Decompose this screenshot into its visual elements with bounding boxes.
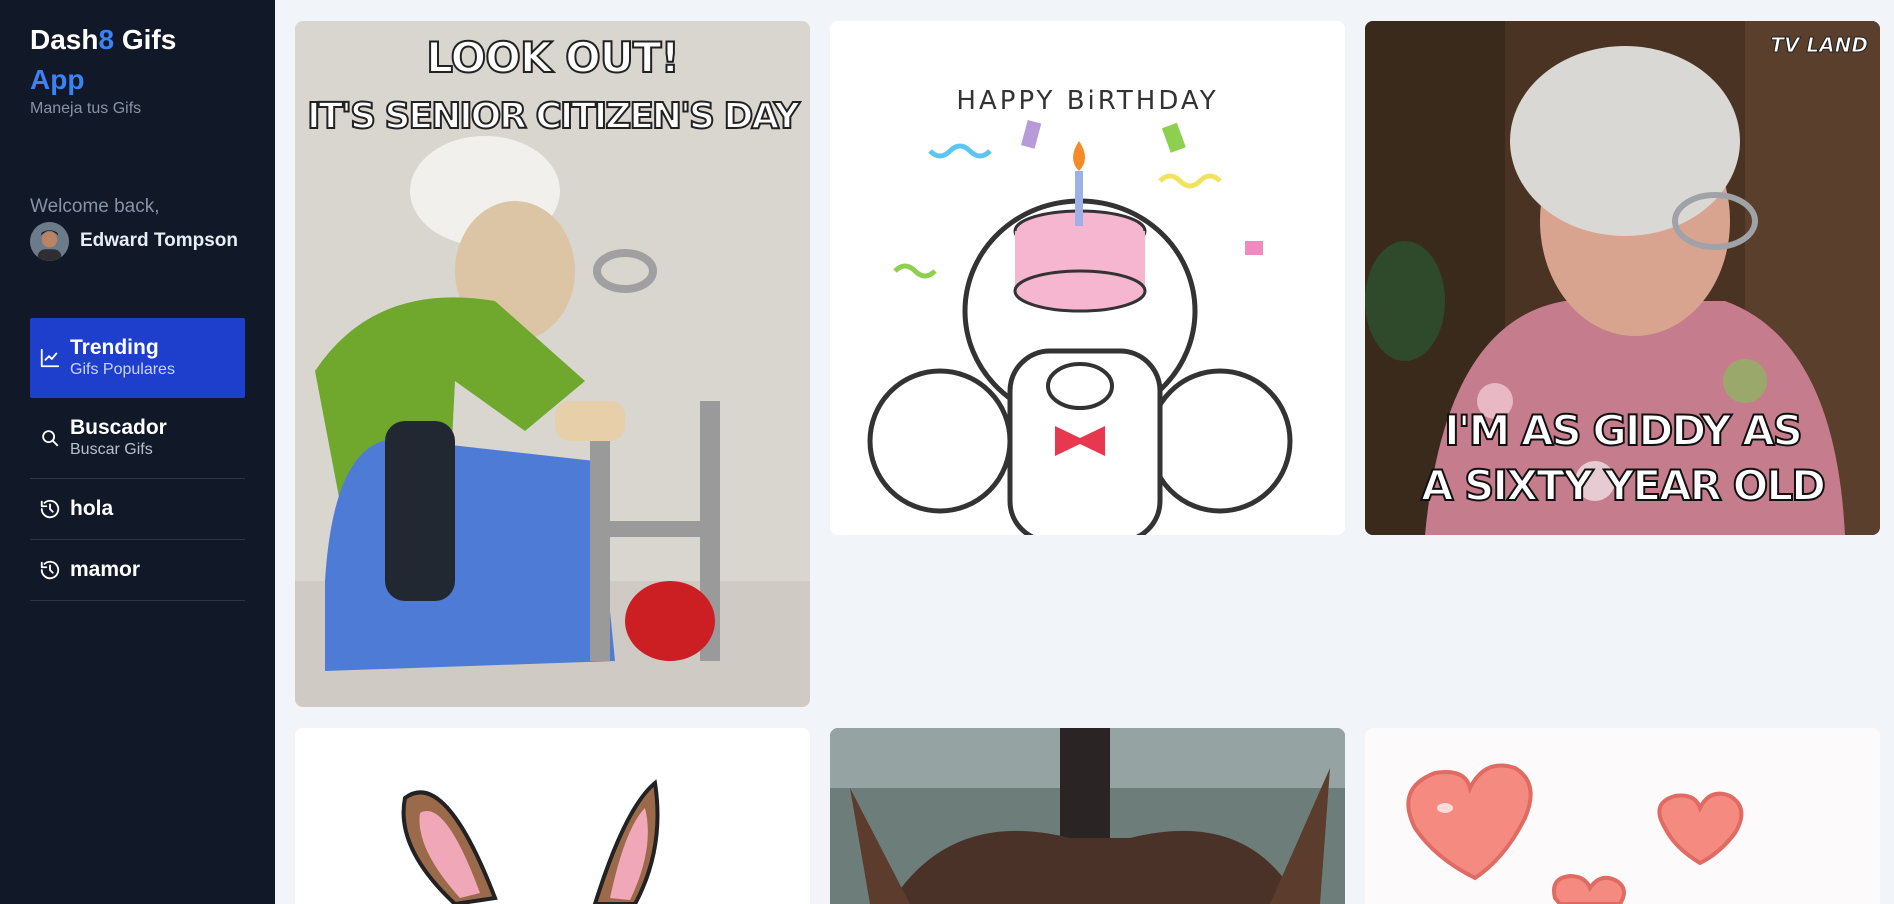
gif-grid: LOOK OUT! IT'S SENIOR CITIZEN'S DAY HAPP…	[275, 0, 1894, 904]
sidebar-item-label: Buscador	[70, 416, 167, 439]
gif-image	[830, 728, 1345, 904]
user-name: Edward Tompson	[80, 230, 238, 251]
gif-card[interactable]	[1365, 728, 1880, 904]
history-icon	[30, 498, 70, 520]
gif-image	[295, 728, 810, 904]
avatar	[30, 221, 69, 261]
gif-card[interactable]	[295, 728, 810, 904]
sidebar-item-trending[interactable]: Trending Gifs Populares	[30, 318, 245, 398]
app-subtitle: Maneja tus Gifs	[30, 100, 142, 117]
gif-image	[1365, 728, 1880, 904]
tv-land-watermark: TV LAND	[1770, 33, 1869, 58]
sidebar: Dash8 Gifs App Maneja tus Gifs Welcome b…	[0, 0, 275, 904]
trending-chart-icon	[30, 347, 70, 369]
history-icon	[30, 559, 70, 581]
sidebar-item-sublabel: Gifs Populares	[70, 361, 175, 378]
brand-accent: 8	[98, 24, 115, 55]
gif-caption-bottom: IT'S SENIOR CITIZEN'S DAY	[306, 95, 801, 138]
gif-card[interactable]: LOOK OUT! IT'S SENIOR CITIZEN'S DAY	[295, 21, 810, 707]
sidebar-item-hola[interactable]: hola	[30, 479, 245, 540]
sidebar-nav: Trending Gifs Populares Buscador Buscar …	[30, 318, 245, 601]
sidebar-item-label: hola	[70, 497, 114, 520]
search-icon	[30, 427, 70, 449]
gif-card[interactable]: HAPPY BiRTHDAY	[830, 21, 1345, 535]
welcome-text: Welcome back,	[30, 196, 160, 217]
sidebar-item-label: mamor	[70, 558, 141, 581]
brand-line2: App	[30, 64, 85, 95]
user-profile: Edward Tompson	[30, 221, 238, 261]
gif-caption-top: HAPPY BiRTHDAY	[956, 86, 1219, 116]
sidebar-item-sublabel: Buscar Gifs	[70, 441, 153, 458]
gif-caption-bottom: A SIXTY YEAR OLD	[1420, 460, 1827, 511]
gif-image	[1365, 21, 1880, 535]
brand-text: Dash	[30, 24, 99, 55]
sidebar-item-buscador[interactable]: Buscador Buscar Gifs	[30, 398, 245, 479]
brand-text-2: Gifs	[114, 24, 177, 55]
gif-card[interactable]: TV LAND I'M AS GIDDY AS A SIXTY YEAR OLD	[1365, 21, 1880, 535]
gif-caption-top: I'M AS GIDDY AS	[1443, 405, 1804, 456]
gif-card[interactable]	[830, 728, 1345, 904]
sidebar-item-mamor[interactable]: mamor	[30, 540, 245, 601]
gif-caption-top: LOOK OUT!	[425, 32, 680, 83]
sidebar-item-label: Trending	[70, 336, 159, 359]
app-logo: Dash8 Gifs App	[30, 20, 176, 100]
